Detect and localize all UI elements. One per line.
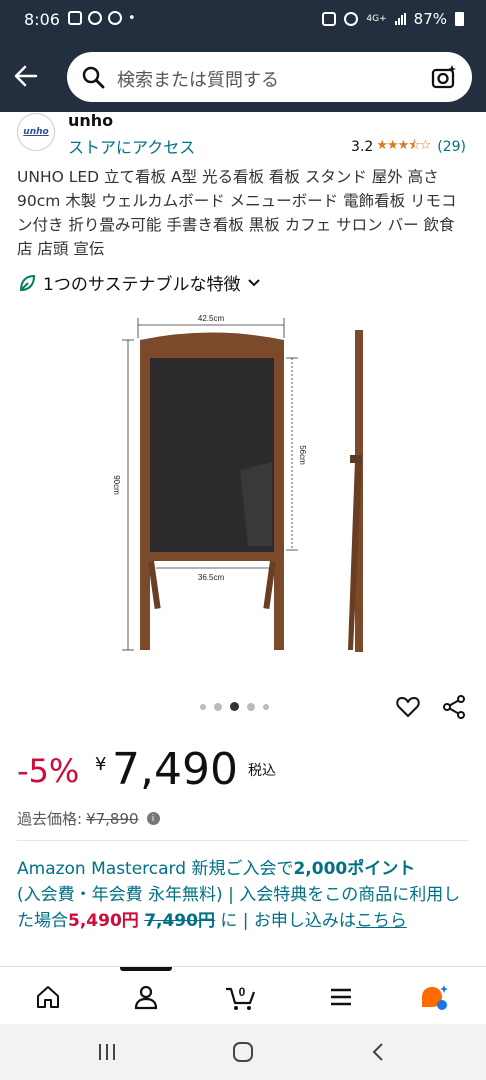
menu-icon[interactable] <box>327 983 355 1011</box>
home-button-icon[interactable] <box>232 1042 254 1062</box>
notification-dot: • <box>128 11 136 26</box>
notification-icons: • <box>68 11 136 26</box>
promo-apply-link[interactable]: こちら <box>356 911 407 931</box>
visit-store-link[interactable]: ストアにアクセス <box>68 134 195 158</box>
image-carousel-indicator[interactable] <box>200 702 269 711</box>
gallery-icon <box>68 11 82 25</box>
home-icon[interactable] <box>34 983 62 1011</box>
carousel-dot-active[interactable] <box>230 702 239 711</box>
discount-percent: -5% <box>17 752 80 790</box>
list-price-value: ¥7,890 <box>86 809 139 828</box>
leaf-icon <box>19 274 36 291</box>
dim-width-top: 42.5cm <box>198 314 225 323</box>
battery-percent: 87% <box>413 10 447 28</box>
rating[interactable]: 3.2 ★★★⯪☆ (29) <box>351 136 466 158</box>
active-tab-indicator <box>120 967 172 971</box>
heart-icon[interactable] <box>395 694 421 720</box>
divider <box>17 840 469 841</box>
product-title: UNHO LED 立て看板 A型 光る看板 看板 スタンド 屋外 高さ90cm … <box>17 168 457 258</box>
carousel-dot[interactable] <box>200 703 206 710</box>
dim-width-bottom: 36.5cm <box>198 573 225 582</box>
product-image[interactable]: 42.5cm 90cm 56cm 36.5cm <box>100 310 400 680</box>
recent-apps-icon[interactable] <box>96 1042 118 1062</box>
brand-name[interactable]: unho <box>68 111 113 130</box>
promo-points: 2,000ポイント <box>293 859 416 879</box>
chevron-down-icon <box>248 278 261 286</box>
search-input[interactable]: 検索または質問する <box>117 66 279 92</box>
system-icons: 4G+ 87% <box>322 10 464 28</box>
dim-board-height: 56cm <box>298 445 307 465</box>
status-bar: 8:06 • 4G+ 87% <box>0 0 486 40</box>
carousel-dot[interactable] <box>214 702 222 711</box>
cart-button[interactable]: 0 <box>224 983 264 1011</box>
vpn-icon <box>322 12 337 26</box>
clock: 8:06 <box>24 10 60 29</box>
share-icon[interactable] <box>441 694 467 720</box>
cart-icon: 0 <box>226 985 256 1010</box>
cart-count: 0 <box>239 985 246 999</box>
promo-price-before: 7,490円 <box>144 911 215 931</box>
bottom-nav: 0 <box>0 966 486 1024</box>
search-icon <box>82 66 105 89</box>
signal-icon <box>394 13 406 25</box>
facebook-icon <box>88 11 102 25</box>
rating-value: 3.2 <box>351 139 374 155</box>
star-rating-icon: ★★★⯪☆ <box>376 138 431 153</box>
promo-tail: に | お申し込みは <box>220 911 356 931</box>
camera-search-icon[interactable] <box>430 63 458 91</box>
promo-price-after: 5,490円 <box>68 911 139 931</box>
info-icon[interactable]: i <box>146 812 160 825</box>
battery-icon <box>455 12 464 26</box>
alarm-icon <box>344 12 359 26</box>
account-icon[interactable] <box>132 983 160 1011</box>
back-button-icon[interactable] <box>370 1042 386 1062</box>
card-promo[interactable]: Amazon Mastercard 新規ご入会で2,000ポイント (入会費・年… <box>17 856 472 934</box>
tax-label: 税込 <box>248 763 276 779</box>
system-navigation <box>0 1024 486 1080</box>
list-price-label: 過去価格: <box>17 810 83 828</box>
currency-symbol: ¥ <box>95 754 107 775</box>
search-box[interactable]: 検索または質問する <box>67 52 472 102</box>
carousel-dot[interactable] <box>263 703 269 710</box>
network-type: 4G+ <box>366 14 387 24</box>
carousel-dot[interactable] <box>247 702 255 711</box>
list-price: 過去価格: ¥7,890 i <box>17 808 160 829</box>
dim-height-total: 90cm <box>112 475 121 495</box>
sustainability-features[interactable]: 1つのサステナブルな特徴 <box>17 270 262 295</box>
back-arrow-icon[interactable] <box>12 62 40 90</box>
search-header: 検索または質問する <box>0 40 486 112</box>
review-count[interactable]: (29) <box>437 139 466 155</box>
promo-text: Amazon Mastercard 新規ご入会で <box>17 859 294 879</box>
info-icon <box>108 11 122 25</box>
sustainability-label: 1つのサステナブルな特徴 <box>43 275 241 295</box>
brand-logo[interactable]: unho <box>17 113 55 151</box>
rufus-assistant-icon[interactable] <box>420 983 448 1011</box>
price-value: 7,490 <box>112 744 238 795</box>
